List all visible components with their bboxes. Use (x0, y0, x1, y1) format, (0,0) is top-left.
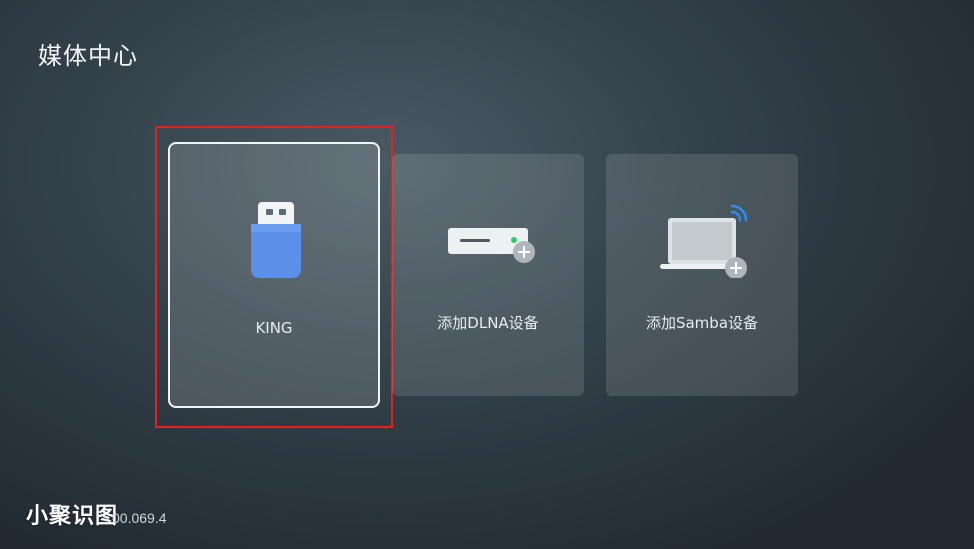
dlna-server-add-icon (448, 228, 535, 263)
add-samba-device-card[interactable]: 添加Samba设备 (606, 154, 798, 396)
watermark-logo: 小聚识图 (26, 504, 119, 529)
device-label-king: KING (255, 319, 293, 337)
footer: 小聚识图 00.069.4 (26, 498, 167, 530)
version-text: 00.069.4 (112, 510, 167, 526)
samba-laptop-add-icon (660, 204, 748, 278)
page-title: 媒体中心 (38, 42, 138, 70)
add-samba-label: 添加Samba设备 (645, 314, 759, 332)
add-dlna-device-card[interactable]: 添加DLNA设备 (392, 154, 584, 396)
add-dlna-label: 添加DLNA设备 (437, 314, 539, 332)
device-card-king[interactable]: KING (168, 142, 380, 408)
usb-drive-icon (251, 202, 301, 278)
